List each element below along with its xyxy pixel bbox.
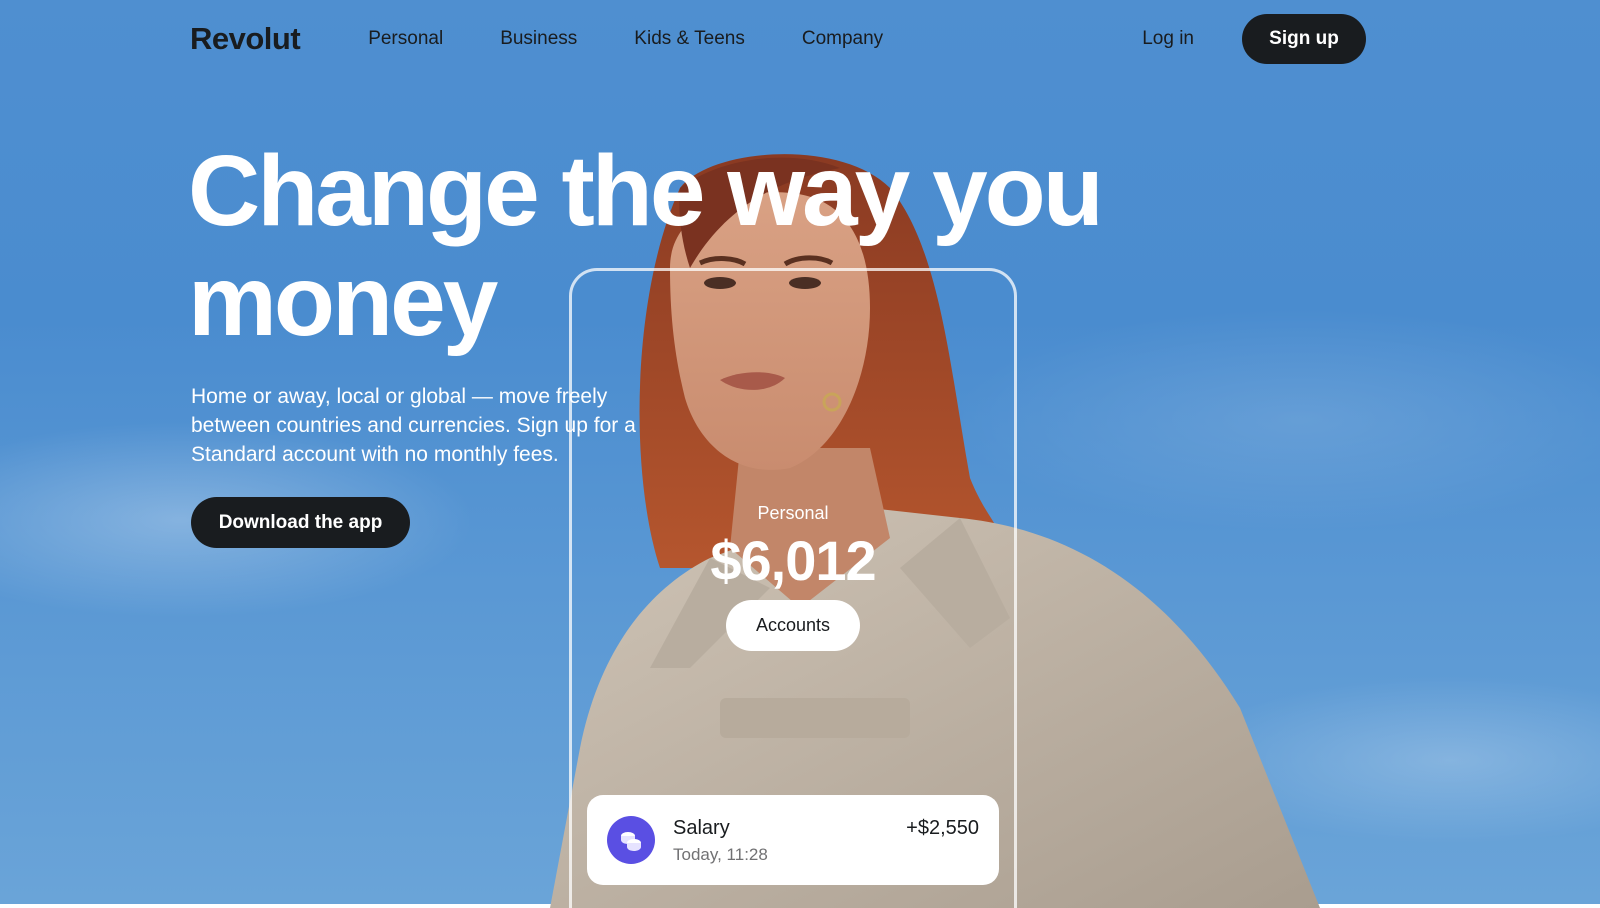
login-link[interactable]: Log in bbox=[1142, 28, 1194, 50]
nav-actions: Log in Sign up bbox=[1142, 14, 1366, 64]
nav-link-company[interactable]: Company bbox=[802, 28, 883, 50]
revolut-logo[interactable]: Revolut bbox=[190, 21, 301, 57]
nav-link-kids-teens[interactable]: Kids & Teens bbox=[634, 28, 745, 50]
account-balance: $6,012 bbox=[710, 529, 876, 592]
account-label: Personal bbox=[757, 503, 829, 523]
signup-button[interactable]: Sign up bbox=[1242, 14, 1366, 64]
nav-link-personal[interactable]: Personal bbox=[368, 28, 443, 50]
top-navigation: Revolut Personal Business Kids & Teens C… bbox=[190, 14, 1366, 64]
transaction-time: Today, 11:28 bbox=[673, 845, 768, 864]
nav-link-business[interactable]: Business bbox=[500, 28, 577, 50]
download-app-button[interactable]: Download the app bbox=[191, 497, 410, 548]
transaction-title: Salary bbox=[673, 817, 730, 839]
hero-subtitle: Home or away, local or global — move fre… bbox=[191, 385, 636, 466]
transaction-card[interactable]: Salary Today, 11:28 +$2,550 bbox=[587, 795, 999, 885]
transaction-amount: +$2,550 bbox=[906, 817, 979, 839]
hero-headline: Change the way you money bbox=[188, 135, 1104, 357]
coins-icon bbox=[607, 816, 655, 864]
accounts-button[interactable]: Accounts bbox=[726, 600, 860, 651]
